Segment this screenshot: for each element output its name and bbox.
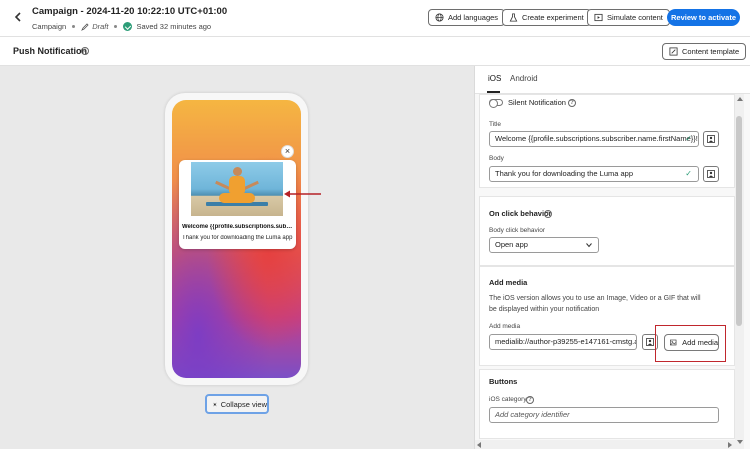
silent-notification-toggle[interactable] [489, 99, 503, 108]
yoga-figure-head [233, 167, 242, 176]
campaign-header: Campaign - 2024-11-20 10:22:10 UTC+01:00… [0, 0, 750, 37]
scroll-left-icon[interactable] [477, 442, 481, 448]
review-to-activate-button[interactable]: Review to activate [667, 9, 740, 26]
info-icon[interactable]: i [81, 47, 89, 55]
info-icon[interactable]: i [544, 210, 552, 218]
personalize-body-button[interactable] [703, 166, 719, 182]
content-template-button[interactable]: Content template [662, 43, 747, 60]
silent-notification-label: Silent Notification [508, 98, 566, 107]
add-media-label: Add media [489, 323, 521, 330]
ios-category-label: iOS category [489, 396, 527, 403]
saved-status: Saved 32 minutes ago [136, 22, 212, 31]
body-label: Body [489, 155, 504, 162]
simulate-content-button[interactable]: Simulate content [587, 9, 670, 26]
valid-check-icon: ✓ [685, 169, 692, 178]
title-label: Title [489, 121, 502, 128]
globe-icon [435, 13, 444, 22]
scroll-down-icon[interactable] [737, 440, 743, 444]
template-icon [669, 47, 678, 56]
horizontal-scrollbar[interactable] [475, 440, 735, 449]
campaign-meta: Campaign Draft Saved 32 minutes ago [32, 22, 211, 31]
add-media-description: The iOS version allows you to use an Ima… [489, 295, 701, 313]
properties-panel: iOS Android Silent Notification ? Title … [474, 66, 750, 449]
add-media-heading: Add media [489, 278, 528, 287]
notification-media-image [191, 162, 283, 216]
separator-dot [114, 25, 118, 28]
yoga-figure-arm [243, 180, 259, 191]
buttons-heading: Buttons [489, 377, 518, 386]
notification-body: Thank you for downloading the Luma app [182, 235, 293, 241]
yoga-figure-legs [219, 193, 255, 203]
personalize-icon [707, 170, 715, 178]
body-input[interactable]: Thank you for downloading the Luma app ✓ [489, 166, 699, 182]
page-title: Push Notification [13, 46, 87, 56]
tab-ios[interactable]: iOS [488, 74, 501, 83]
info-icon[interactable]: ? [568, 99, 576, 107]
personalize-icon [646, 338, 654, 346]
content-subheader: Push Notification i Content template [0, 37, 750, 66]
collapse-view-button[interactable]: Collapse view [205, 394, 269, 414]
close-icon[interactable]: × [281, 145, 294, 158]
scroll-up-icon[interactable] [737, 97, 743, 101]
ios-category-input[interactable]: Add category identifier [489, 407, 719, 423]
chevron-down-icon [586, 243, 592, 248]
buttons-card [479, 369, 735, 439]
on-click-heading: On click behavior [489, 209, 552, 218]
personalize-title-button[interactable] [703, 131, 719, 147]
info-icon[interactable]: ? [526, 396, 534, 404]
back-button[interactable] [13, 11, 25, 25]
collapse-icon [213, 402, 217, 406]
yoga-figure-body [229, 176, 245, 193]
notification-title: Welcome {{profile.subscriptions.subscr..… [182, 224, 294, 230]
campaign-title: Campaign - 2024-11-20 10:22:10 UTC+01:00 [32, 6, 228, 17]
platform-tabs: iOS Android [475, 66, 750, 94]
arrow-left-icon [284, 190, 321, 198]
chevron-left-icon [14, 12, 21, 22]
personalize-icon [707, 135, 715, 143]
create-experiment-button[interactable]: Create experiment [502, 9, 591, 26]
add-media-highlight [655, 325, 726, 362]
preview-icon [594, 13, 603, 22]
add-languages-button[interactable]: Add languages [428, 9, 506, 26]
valid-check-icon: ✓ [685, 134, 692, 143]
tab-android[interactable]: Android [510, 74, 538, 83]
saved-check-icon [123, 22, 133, 31]
separator-dot [72, 25, 76, 28]
body-click-label: Body click behavior [489, 227, 545, 234]
flask-icon [509, 13, 518, 22]
scroll-thumb[interactable] [736, 116, 742, 326]
body-click-select[interactable]: Open app [489, 237, 599, 253]
vertical-scrollbar[interactable] [735, 94, 744, 449]
status-draft: Draft [92, 22, 109, 31]
media-url-input[interactable]: medialib://author-p39255-e147161-cmstg.a… [489, 334, 637, 350]
scroll-right-icon[interactable] [728, 442, 732, 448]
title-input[interactable]: Welcome {{profile.subscriptions.subscrib… [489, 131, 699, 147]
campaign-type: Campaign [32, 22, 67, 31]
draft-icon [81, 22, 89, 31]
